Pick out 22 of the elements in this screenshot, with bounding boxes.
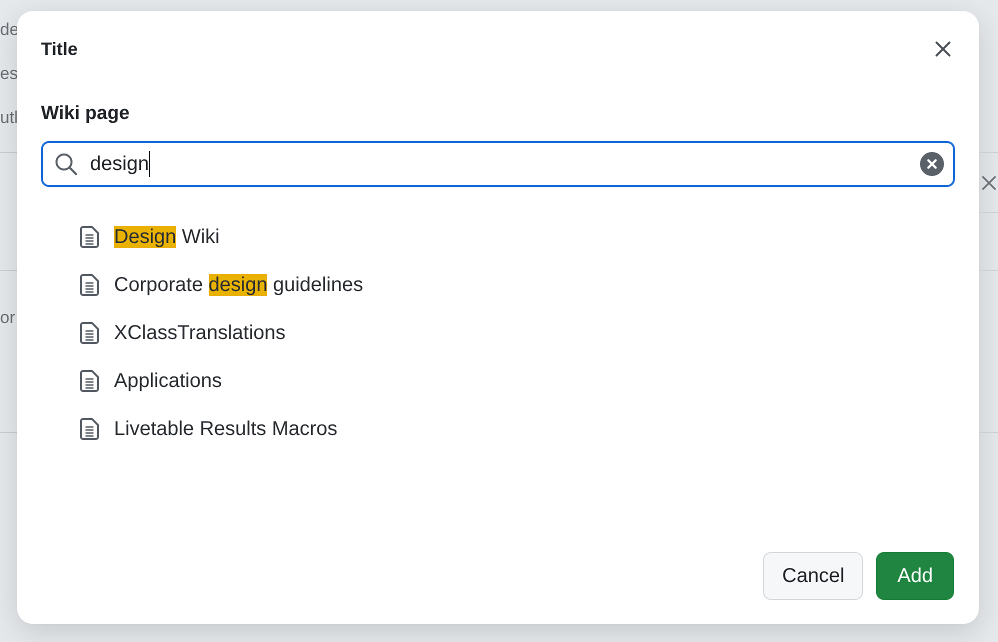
background-text: utl <box>0 108 18 128</box>
page-result[interactable]: XClassTranslations <box>80 320 286 346</box>
background-text: or <box>0 308 16 328</box>
close-icon <box>982 176 996 190</box>
document-icon <box>80 274 99 296</box>
close-icon[interactable] <box>935 41 951 57</box>
document-icon <box>80 418 99 440</box>
clear-icon[interactable] <box>920 152 944 176</box>
document-icon <box>80 370 99 392</box>
dialog-title: Title <box>41 38 78 61</box>
field-label: Wiki page <box>41 102 130 126</box>
add-button[interactable]: Add <box>876 552 954 600</box>
page-result[interactable]: Corporate design guidelines <box>80 272 364 298</box>
document-icon <box>80 322 99 344</box>
background-text: es <box>0 64 18 84</box>
page-result[interactable]: Design Wiki <box>80 224 220 250</box>
search-field[interactable]: design <box>41 141 955 187</box>
cancel-button[interactable]: Cancel <box>763 552 864 600</box>
search-icon <box>55 153 77 175</box>
page-result[interactable]: Livetable Results Macros <box>80 416 338 442</box>
document-icon <box>80 226 99 248</box>
page-result[interactable]: Applications <box>80 368 222 394</box>
